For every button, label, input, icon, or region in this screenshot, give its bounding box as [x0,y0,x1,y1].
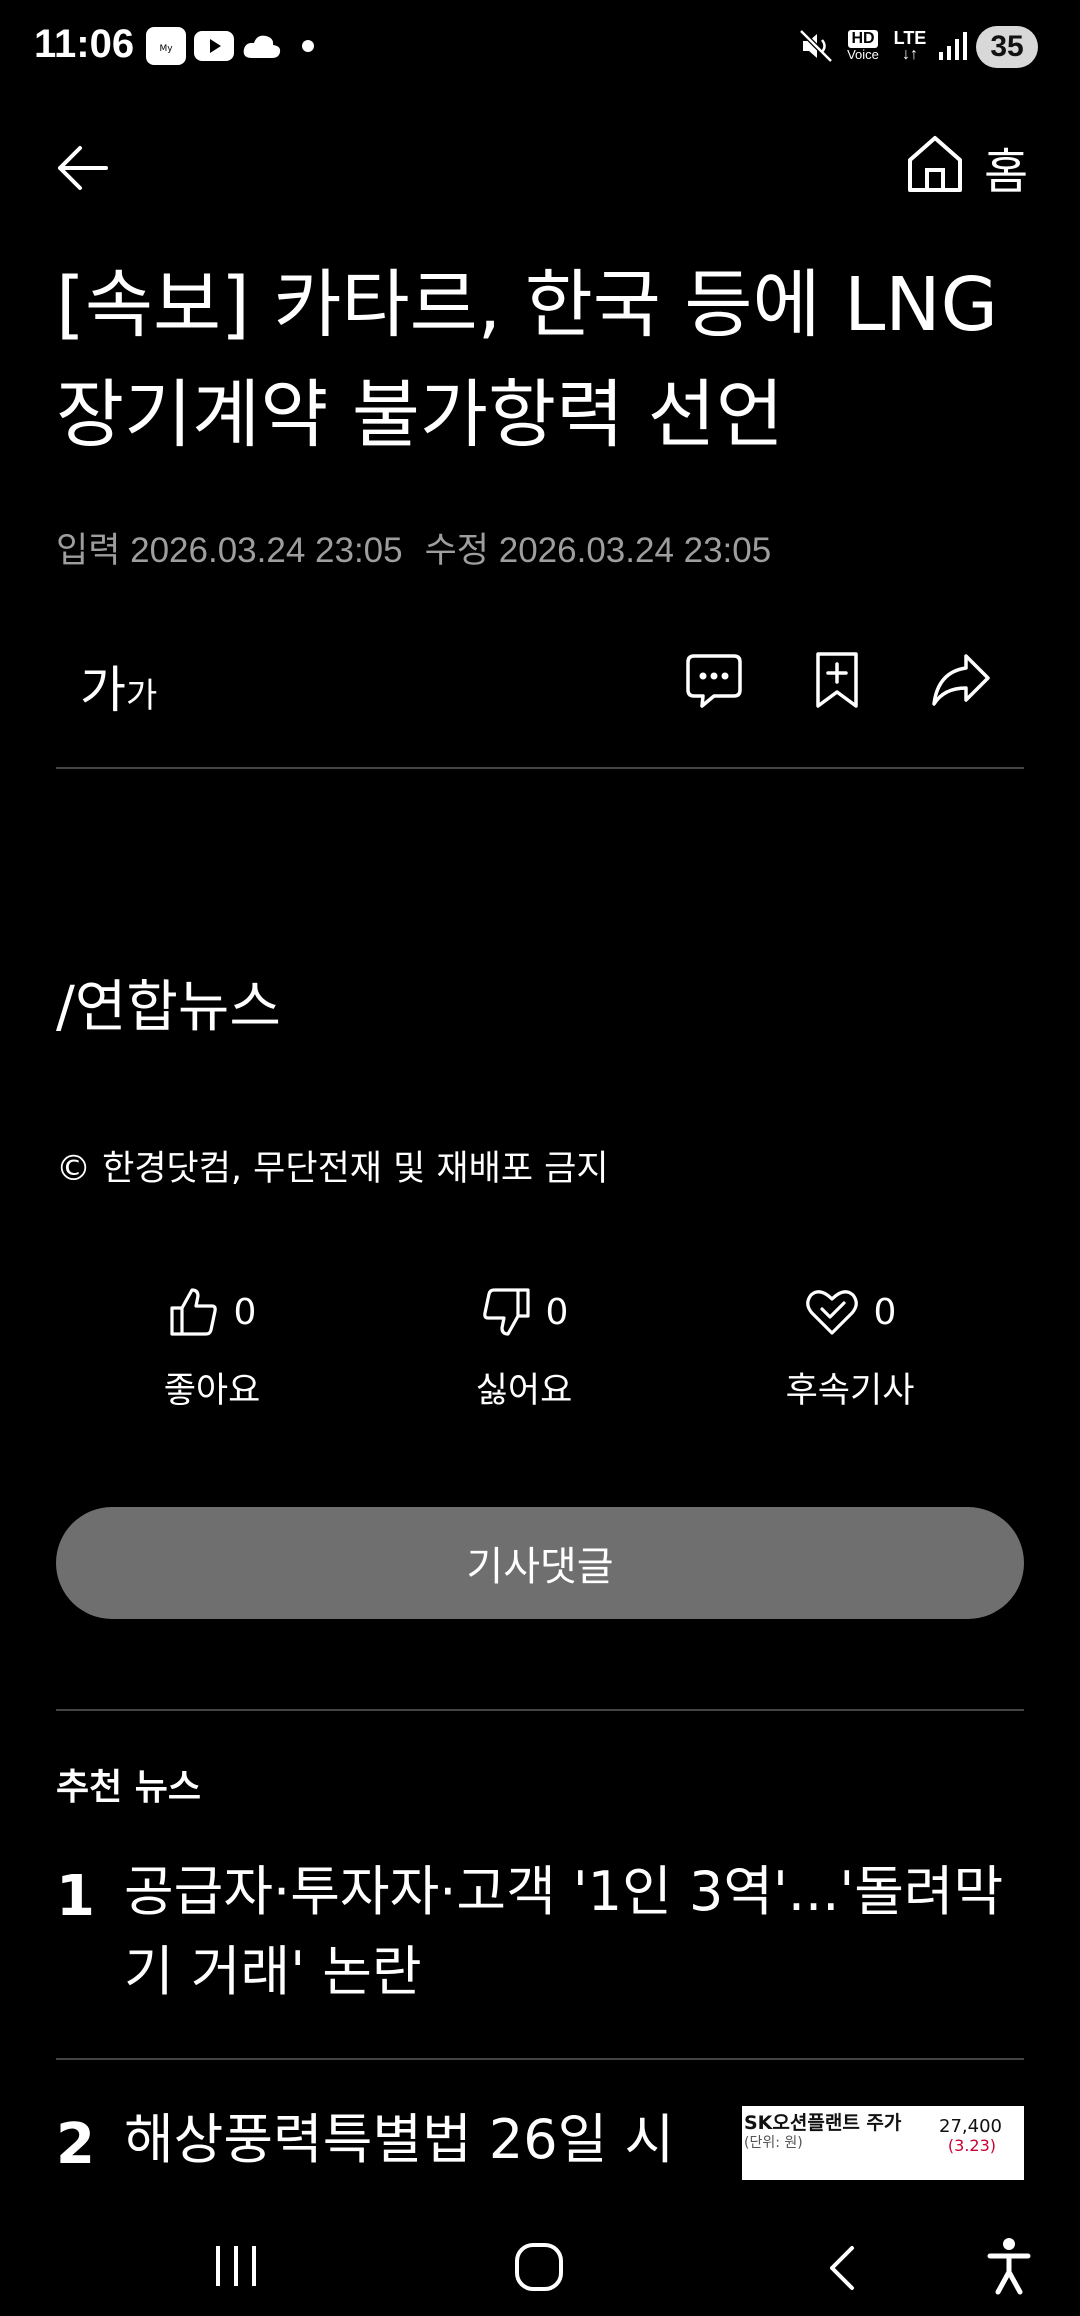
dislike-count: 0 [545,1291,569,1333]
follow-count: 0 [873,1291,897,1333]
accessibility-icon[interactable] [986,2236,1032,2296]
youtube-icon [194,28,234,64]
article-title: [속보] 카타르, 한국 등에 LNG 장기계약 불가항력 선언 [56,262,998,458]
recent-apps-icon[interactable] [212,2244,260,2288]
samsung-fire-app-icon: My [146,27,186,65]
font-size-button[interactable]: 가가 [80,650,157,722]
input-date: 입력 2026.03.24 23:05 [56,531,403,570]
mute-icon [798,28,834,64]
item-headline: 해상풍력특별법 26일 시 [124,2108,675,2171]
like-count: 0 [233,1291,257,1333]
font-size-big: 가 [80,661,126,719]
article-dates: 입력 2026.03.24 23:05 수정 2026.03.24 23:05 [56,522,793,573]
news-thumbnail: SK오션플랜트 주가 (단위: 원) 27,400 (3.23) [742,2106,1024,2180]
thumb-unit: (단위: 원) [744,2135,803,2151]
thumb-value: 27,400 [939,2116,1002,2137]
thumbs-up-icon [169,1288,217,1336]
recommended-news-title: 추천 뉴스 [56,1767,202,1808]
lte-icon: LTE ↓↑ [893,28,927,63]
signal-icon [936,28,970,64]
bookmark-add-icon[interactable] [812,650,864,712]
svg-text:My: My [159,44,173,54]
dislike-button[interactable]: 0 싫어요 [414,1284,634,1413]
status-bar: 11:06 My HD Voice LTE ↓↑ 35 [0,0,1080,96]
cloud-icon [242,28,282,64]
recommended-item-1[interactable]: 1 공급자·투자자·고객 '1인 3역'...'돌려막기 거래' 논란 [0,1852,1080,2003]
home-label[interactable]: 홈 [984,132,1028,202]
item-divider [56,2058,1024,2060]
battery-indicator: 35 [976,26,1038,68]
back-arrow-icon[interactable] [50,136,114,200]
comment-icon[interactable] [684,650,746,712]
edit-date: 수정 2026.03.24 23:05 [424,531,772,570]
share-icon[interactable] [930,650,994,712]
like-label: 좋아요 [163,1371,261,1411]
thumb-date: (3.23) [947,2136,996,2155]
hd-voice-icon: HD Voice [847,30,879,62]
back-nav-icon[interactable] [822,2244,862,2292]
notification-dot-icon [298,28,318,64]
photo-credit: /연합뉴스 [56,975,281,1040]
section-divider [56,1709,1024,1711]
copyright-text: © 한경닷컴, 무단전재 및 재배포 금지 [56,1149,609,1189]
home-icon[interactable] [904,132,968,198]
article-comments-button[interactable]: 기사댓글 [56,1507,1024,1619]
item-number: 1 [56,1864,95,1929]
system-nav-bar [0,2200,1080,2316]
font-size-small: 가 [126,676,158,716]
toolbar-divider [56,767,1024,769]
heart-check-icon [805,1290,858,1335]
like-button[interactable]: 0 좋아요 [102,1284,322,1413]
follow-label: 후속기사 [785,1371,915,1411]
home-nav-icon[interactable] [514,2242,564,2292]
status-time: 11:06 [34,22,135,66]
thumb-title: SK오션플랜트 주가 [744,2112,902,2134]
follow-article-button[interactable]: 0 후속기사 [740,1284,960,1413]
dislike-label: 싫어요 [475,1371,573,1411]
item-number: 2 [56,2112,95,2177]
thumbs-down-icon [482,1288,530,1336]
item-headline: 공급자·투자자·고객 '1인 3역'...'돌려막기 거래' 논란 [124,1860,1004,2003]
